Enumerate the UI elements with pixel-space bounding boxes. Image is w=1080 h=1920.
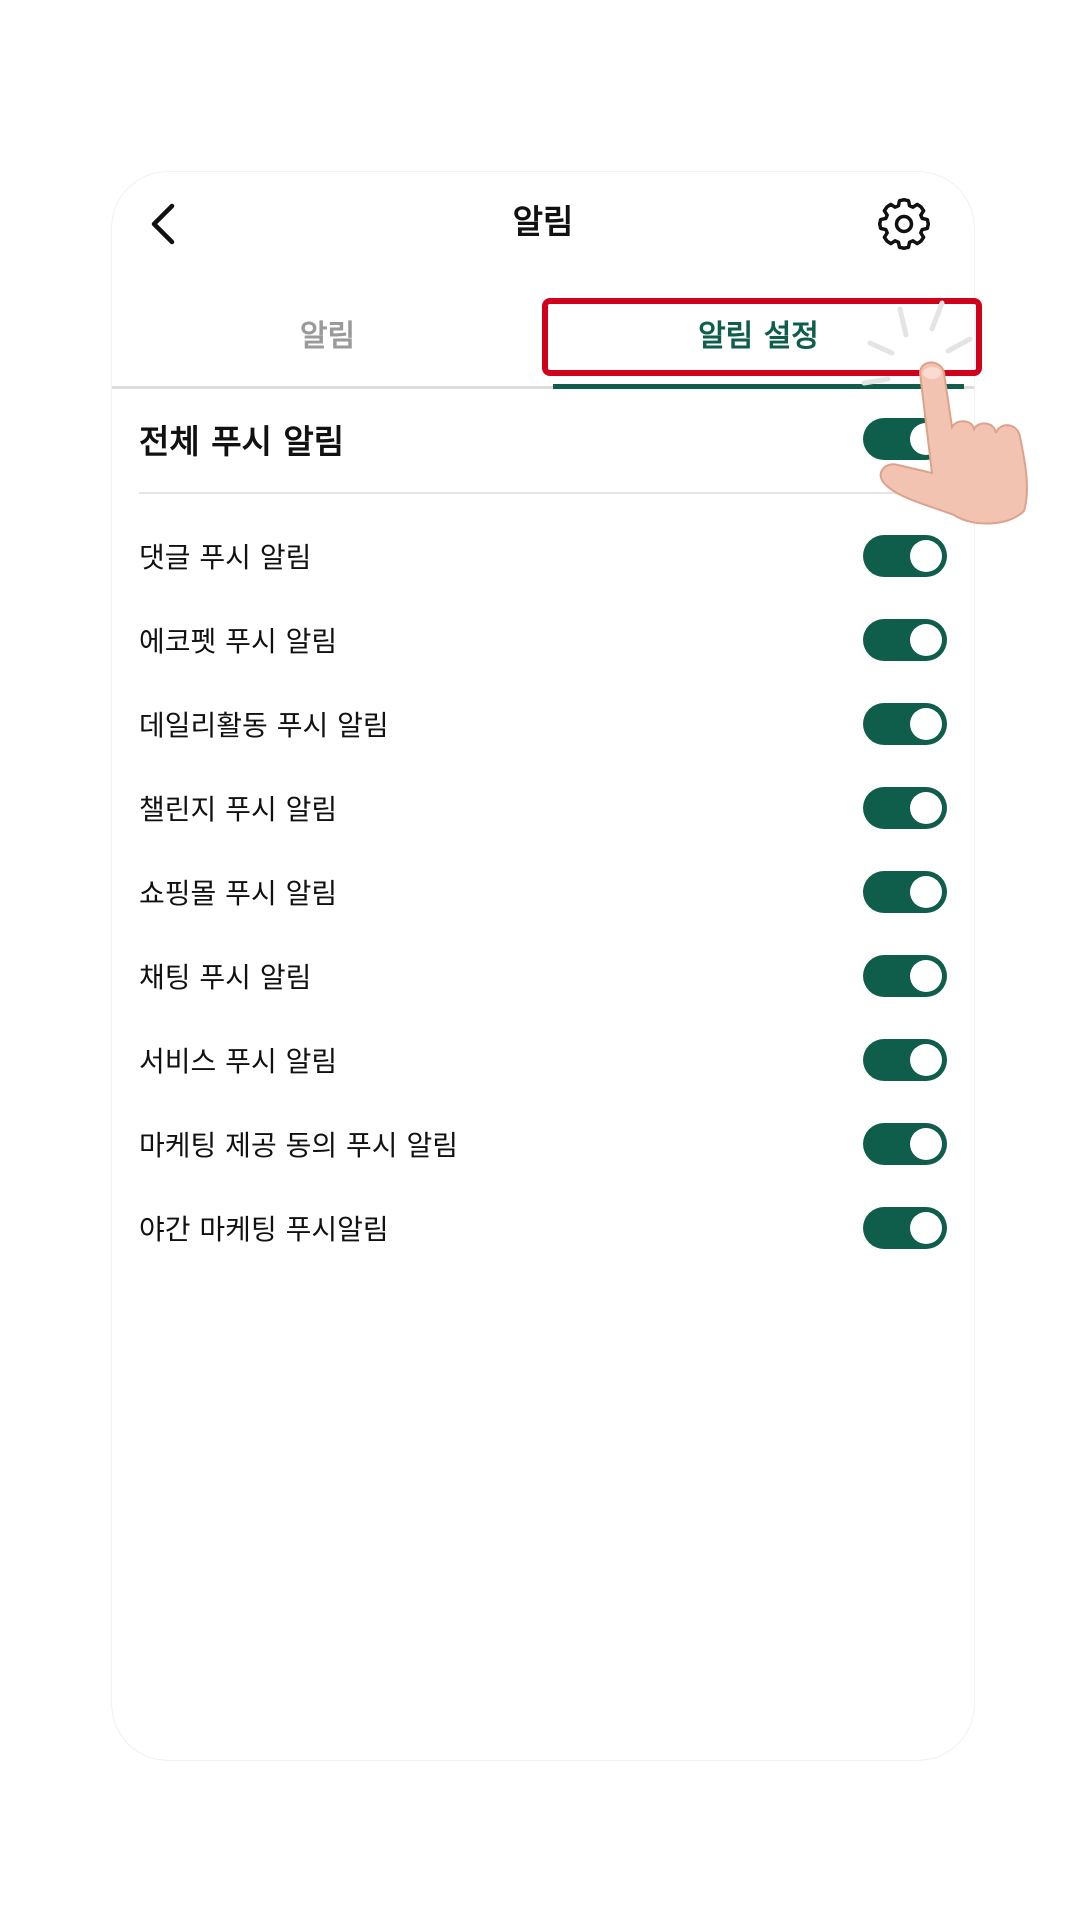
service-push-toggle[interactable]: [863, 1039, 947, 1081]
setting-row-chat: 채팅 푸시 알림: [139, 934, 947, 1018]
setting-row-comment: 댓글 푸시 알림: [139, 514, 947, 598]
toggle-knob: [910, 1128, 942, 1160]
setting-label: 야간 마케팅 푸시알림: [139, 1213, 389, 1246]
setting-row-shopping: 쇼핑몰 푸시 알림: [139, 850, 947, 934]
setting-label: 댓글 푸시 알림: [139, 541, 312, 574]
tab-notification-settings[interactable]: 알림 설정: [543, 280, 974, 389]
tab-bar: 알림 알림 설정: [112, 280, 974, 389]
setting-row-service: 서비스 푸시 알림: [139, 1018, 947, 1102]
comment-push-toggle[interactable]: [863, 535, 947, 577]
chevron-left-icon: [151, 203, 175, 245]
setting-row-daily-activity: 데일리활동 푸시 알림: [139, 682, 947, 766]
page-title: 알림: [512, 202, 574, 241]
toggle-knob: [910, 876, 942, 908]
challenge-push-toggle[interactable]: [863, 787, 947, 829]
daily-activity-push-toggle[interactable]: [863, 703, 947, 745]
toggle-knob: [910, 960, 942, 992]
toggle-knob: [910, 540, 942, 572]
header: 알림: [112, 172, 974, 282]
toggle-knob: [910, 423, 942, 455]
setting-label: 챌린지 푸시 알림: [139, 793, 338, 826]
gear-icon: [877, 197, 931, 251]
ecopet-push-toggle[interactable]: [863, 619, 947, 661]
phone-screen: 알림 알림 알림 설정 전체 푸시 알림 댓글 푸시 알림 에코펫 푸시 알림 …: [112, 172, 974, 1760]
master-push-toggle[interactable]: [863, 418, 947, 460]
setting-label: 서비스 푸시 알림: [139, 1045, 338, 1078]
toggle-knob: [910, 1044, 942, 1076]
setting-label: 에코펫 푸시 알림: [139, 625, 338, 658]
chat-push-toggle[interactable]: [863, 955, 947, 997]
back-button[interactable]: [134, 194, 194, 254]
setting-label: 채팅 푸시 알림: [139, 961, 312, 994]
settings-button[interactable]: [864, 184, 944, 264]
night-marketing-push-toggle[interactable]: [863, 1207, 947, 1249]
toggle-knob: [910, 792, 942, 824]
toggle-knob: [910, 624, 942, 656]
marketing-consent-push-toggle[interactable]: [863, 1123, 947, 1165]
tab-notifications[interactable]: 알림: [112, 280, 543, 386]
master-push-row: 전체 푸시 알림: [139, 386, 947, 494]
shopping-push-toggle[interactable]: [863, 871, 947, 913]
setting-label: 쇼핑몰 푸시 알림: [139, 877, 338, 910]
setting-row-night-marketing: 야간 마케팅 푸시알림: [139, 1186, 947, 1270]
setting-row-ecopet: 에코펫 푸시 알림: [139, 598, 947, 682]
setting-label: 데일리활동 푸시 알림: [139, 709, 389, 742]
master-push-label: 전체 푸시 알림: [139, 422, 345, 461]
setting-label: 마케팅 제공 동의 푸시 알림: [139, 1129, 458, 1162]
setting-row-marketing-consent: 마케팅 제공 동의 푸시 알림: [139, 1102, 947, 1186]
toggle-knob: [910, 1212, 942, 1244]
toggle-knob: [910, 708, 942, 740]
setting-row-challenge: 챌린지 푸시 알림: [139, 766, 947, 850]
